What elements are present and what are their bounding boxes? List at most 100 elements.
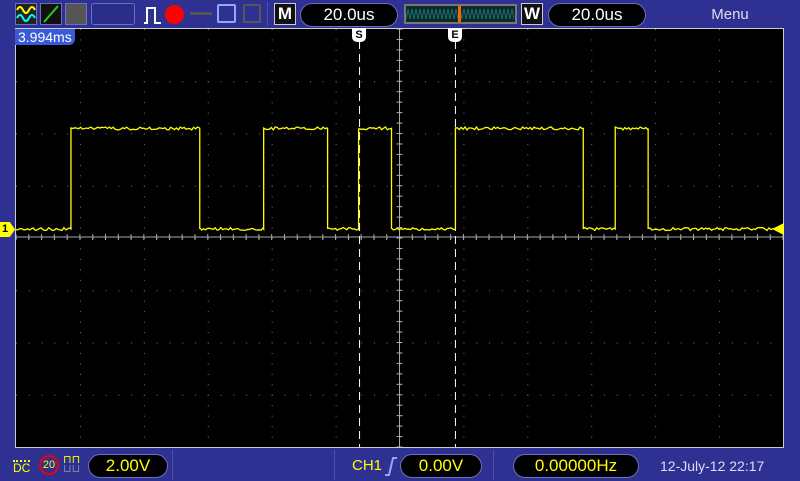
grid-dot: [42, 134, 43, 135]
grid-dot: [591, 248, 592, 249]
grid-dot: [604, 186, 605, 187]
trigger-level-value[interactable]: 0.00V: [400, 454, 482, 478]
grid-dot: [16, 343, 17, 344]
channel1-ground-marker[interactable]: 1: [0, 222, 15, 237]
grid-dot: [719, 405, 720, 406]
cursor-s-marker[interactable]: S: [352, 28, 366, 42]
frequency-readout: 0.00000Hz: [513, 454, 639, 478]
grid-dot: [208, 81, 209, 82]
grid-dot: [719, 81, 720, 82]
grid-dot: [67, 134, 68, 135]
grid-dot: [16, 395, 17, 396]
memory-window-bar[interactable]: [404, 4, 517, 24]
print-icon[interactable]: [243, 4, 261, 23]
grid-dot: [208, 405, 209, 406]
window-time-value[interactable]: 20.0us: [548, 3, 646, 27]
grid-dot: [208, 280, 209, 281]
grid-dot: [54, 343, 55, 344]
divider: [172, 450, 173, 480]
grid-dot: [157, 343, 158, 344]
grid-dot: [80, 165, 81, 166]
math-icon[interactable]: [40, 3, 62, 25]
grid-dot: [80, 207, 81, 208]
grid-dot: [451, 186, 452, 187]
grid-dot: [527, 154, 528, 155]
grid-dot: [527, 374, 528, 375]
rising-edge-icon[interactable]: [384, 456, 398, 481]
grid-dot: [144, 301, 145, 302]
reference-icon[interactable]: [65, 3, 87, 25]
grid-dot: [169, 343, 170, 344]
grid-dot: [67, 290, 68, 291]
grid-dot: [591, 374, 592, 375]
grid-dot: [655, 311, 656, 312]
grid-dot: [80, 102, 81, 103]
grid-dot: [655, 196, 656, 197]
grid-dot: [54, 395, 55, 396]
grid-dot: [272, 437, 273, 438]
grid-dot: [463, 228, 464, 229]
grid-dot: [272, 301, 273, 302]
grid-dot: [118, 186, 119, 187]
grid-dot: [719, 426, 720, 427]
grid-dot: [553, 134, 554, 135]
timebase-value[interactable]: 20.0us: [300, 3, 398, 27]
grid-dot: [387, 395, 388, 396]
grid-dot: [527, 134, 528, 135]
grid-dot: [310, 395, 311, 396]
grid-dot: [655, 186, 656, 187]
grid-dot: [336, 269, 337, 270]
grid-dot: [527, 102, 528, 103]
bandwidth-limit-icon[interactable]: 20: [39, 455, 59, 475]
grid-dot: [144, 113, 145, 114]
grid-dot: [208, 144, 209, 145]
coupling-dc-icon[interactable]: DC: [13, 460, 30, 475]
grid-dot: [144, 228, 145, 229]
grid-dot: [719, 186, 720, 187]
grid-dot: [144, 154, 145, 155]
volts-per-div-value[interactable]: 2.00V: [88, 454, 168, 478]
grid-dot: [182, 395, 183, 396]
grid-dot: [463, 92, 464, 93]
grid-dot: [208, 71, 209, 72]
grid-dot: [336, 437, 337, 438]
grid-dot: [208, 165, 209, 166]
grid-dot: [655, 123, 656, 124]
grid-dot: [272, 123, 273, 124]
grid-dot: [336, 102, 337, 103]
waveform-display[interactable]: [15, 28, 784, 448]
grid-dot: [42, 81, 43, 82]
grid-dot: [105, 81, 106, 82]
grid-dot: [591, 259, 592, 260]
run-stop-indicator-icon[interactable]: [165, 5, 184, 24]
grid-dot: [272, 426, 273, 427]
grid-dot: [527, 39, 528, 40]
waveform-icon[interactable]: [15, 3, 37, 25]
grid-dot: [642, 395, 643, 396]
grid-dot: [719, 102, 720, 103]
grid-dot: [336, 280, 337, 281]
menu-button[interactable]: Menu: [690, 6, 770, 23]
grid-dot: [655, 144, 656, 145]
grid-dot: [144, 39, 145, 40]
grid-dot: [195, 290, 196, 291]
grid-dot: [336, 217, 337, 218]
grid-dot: [272, 280, 273, 281]
grid-dot: [297, 134, 298, 135]
pulse-trigger-icon[interactable]: [143, 5, 163, 30]
grid-dot: [208, 92, 209, 93]
grid-dot: [208, 259, 209, 260]
grid-dot: [463, 207, 464, 208]
grid-dot: [463, 50, 464, 51]
grid-dot: [655, 228, 656, 229]
grid-dot: [272, 405, 273, 406]
grid-dot: [438, 81, 439, 82]
save-icon[interactable]: [217, 4, 236, 23]
grid-dot: [770, 186, 771, 187]
grid-dot: [93, 81, 94, 82]
grid-dot: [463, 301, 464, 302]
grid-dot: [272, 217, 273, 218]
grid-dot: [412, 81, 413, 82]
cursor-e-marker[interactable]: E: [448, 28, 462, 42]
grid-dot: [591, 102, 592, 103]
